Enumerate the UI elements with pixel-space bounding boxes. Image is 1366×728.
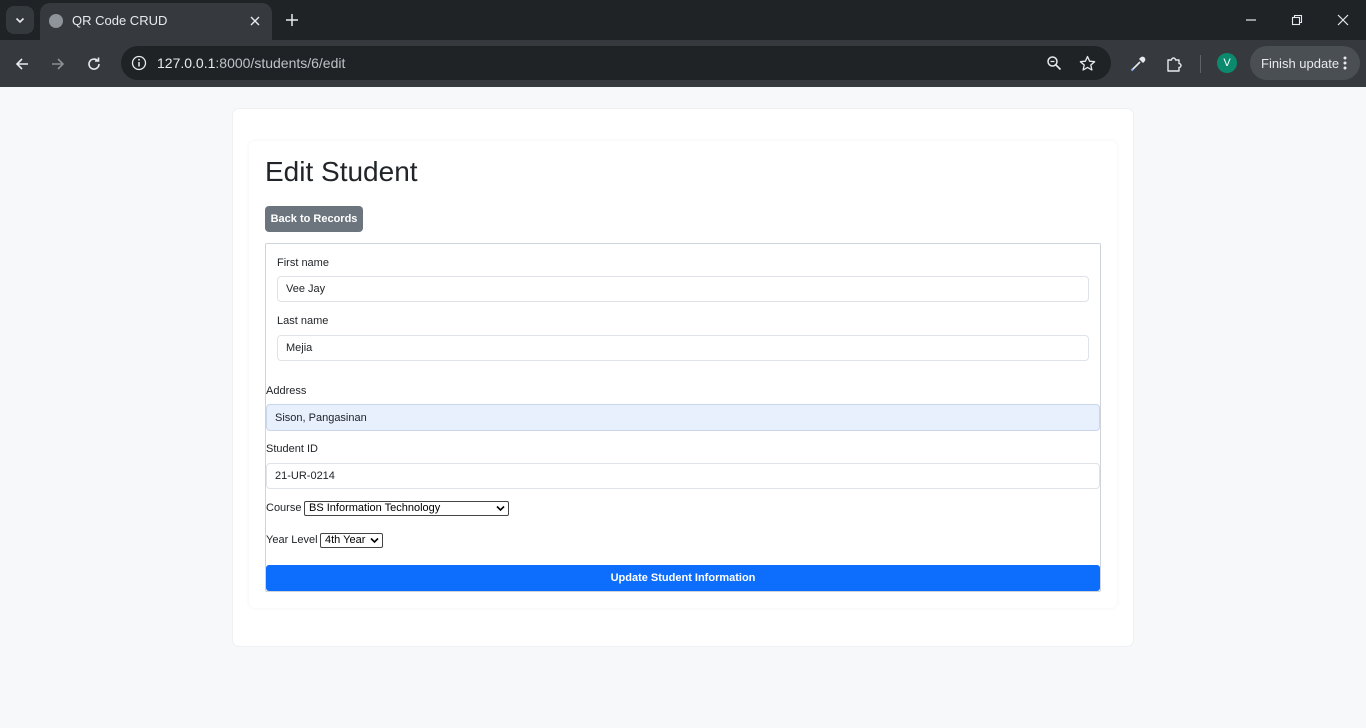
course-select[interactable]: BS Information Technology <box>304 501 509 516</box>
reload-button[interactable] <box>81 51 107 77</box>
edit-student-card: Edit Student Back to Records First name … <box>249 141 1117 608</box>
url-path: :8000/students/6/edit <box>215 55 346 71</box>
bookmark-button[interactable] <box>1077 53 1097 73</box>
year-level-label: Year Level <box>266 534 318 546</box>
finish-update-button[interactable]: Finish update <box>1250 46 1360 80</box>
eyedropper-icon <box>1130 56 1146 72</box>
more-menu-icon[interactable] <box>1340 54 1350 72</box>
browser-tab-bar: QR Code CRUD <box>0 0 1366 40</box>
back-nav-button[interactable] <box>9 51 35 77</box>
kebab-icon <box>1343 56 1347 70</box>
back-to-records-button[interactable]: Back to Records <box>265 206 363 232</box>
arrow-left-icon <box>15 58 28 70</box>
plus-icon <box>286 14 298 26</box>
student-id-field[interactable] <box>266 463 1100 489</box>
year-level-selected-value: 4th Year <box>325 534 366 546</box>
tab-search-button[interactable] <box>6 6 34 34</box>
eyedropper-button[interactable] <box>1126 52 1150 76</box>
edit-student-form: First name Last name Address Student ID … <box>265 243 1101 592</box>
finish-update-label: Finish update <box>1261 56 1340 71</box>
zoom-icon <box>1047 56 1062 71</box>
page-title: Edit Student <box>265 156 418 187</box>
new-tab-button[interactable] <box>281 9 303 31</box>
puzzle-icon <box>1167 57 1182 72</box>
tab-close-button[interactable] <box>246 12 264 30</box>
address-field[interactable] <box>266 404 1100 431</box>
browser-tab[interactable]: QR Code CRUD <box>40 3 272 40</box>
profile-avatar[interactable]: V <box>1217 53 1237 73</box>
close-icon <box>250 16 260 26</box>
reload-icon <box>88 57 100 70</box>
star-icon <box>1079 55 1095 71</box>
info-icon <box>131 55 147 71</box>
browser-toolbar: 127.0.0.1:8000/students/6/edit V Finish … <box>0 40 1366 87</box>
zoom-button[interactable] <box>1044 53 1064 73</box>
tab-title: QR Code CRUD <box>72 13 168 28</box>
address-bar[interactable]: 127.0.0.1:8000/students/6/edit <box>121 46 1111 80</box>
last-name-field[interactable] <box>277 335 1089 361</box>
restore-icon <box>1291 14 1303 26</box>
chevron-down-icon <box>496 505 505 512</box>
address-label: Address <box>266 385 307 397</box>
minimize-icon <box>1246 19 1256 21</box>
site-info-button[interactable] <box>129 53 149 73</box>
close-icon <box>1337 14 1349 26</box>
url-host: 127.0.0.1 <box>157 55 216 71</box>
url-text: 127.0.0.1:8000/students/6/edit <box>157 55 345 71</box>
update-student-button[interactable]: Update Student Information <box>266 565 1100 591</box>
arrow-right-icon <box>52 58 65 70</box>
globe-icon <box>49 14 63 28</box>
year-level-select[interactable]: 4th Year <box>320 533 383 548</box>
minimize-button[interactable] <box>1239 8 1263 32</box>
page-container: Edit Student Back to Records First name … <box>233 109 1133 646</box>
extensions-button[interactable] <box>1162 52 1186 76</box>
chevron-down-icon <box>370 537 379 544</box>
course-selected-value: BS Information Technology <box>309 502 441 514</box>
forward-nav-button[interactable] <box>45 51 71 77</box>
last-name-label: Last name <box>277 315 329 327</box>
course-label: Course <box>266 502 302 514</box>
student-id-label: Student ID <box>266 443 318 455</box>
restore-button[interactable] <box>1285 8 1309 32</box>
toolbar-divider <box>1200 55 1201 73</box>
chevron-down-icon <box>15 17 25 24</box>
close-window-button[interactable] <box>1331 8 1355 32</box>
first-name-label: First name <box>277 257 329 269</box>
first-name-field[interactable] <box>277 276 1089 302</box>
